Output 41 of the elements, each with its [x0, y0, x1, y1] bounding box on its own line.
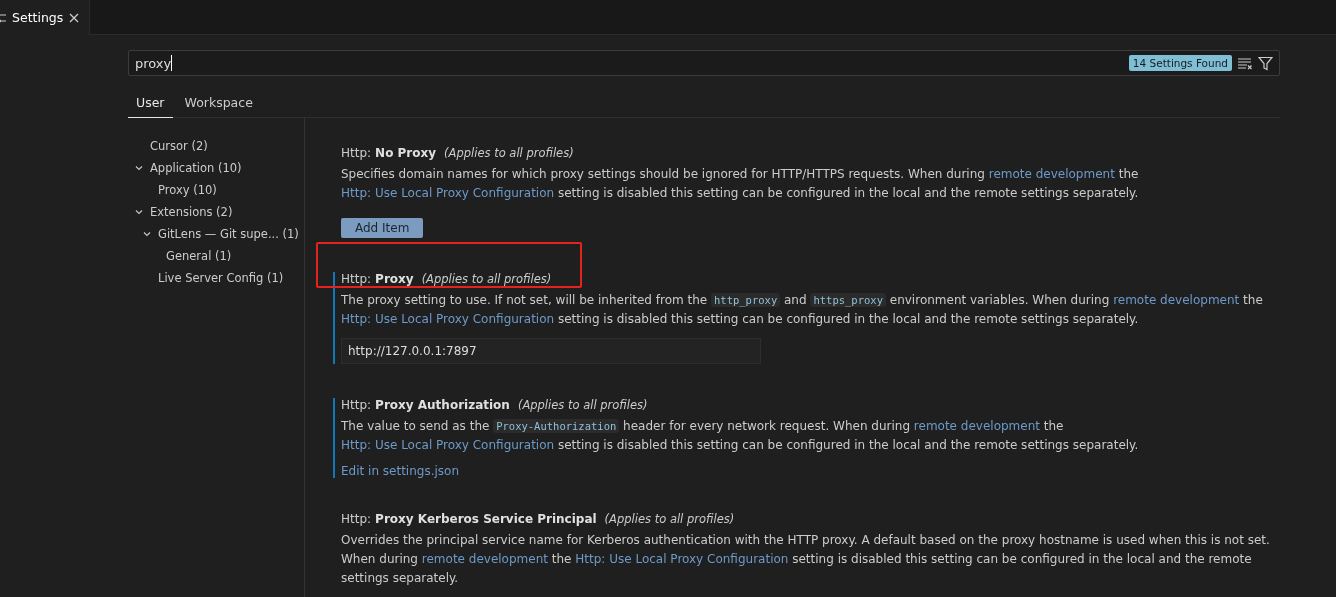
code-text: http_proxy	[711, 293, 781, 307]
setting-title: Http: Proxy (Applies to all profiles)	[341, 272, 553, 286]
settings-icon	[0, 11, 6, 24]
toc-item[interactable]: Live Server Config (1)	[158, 271, 284, 285]
setting-link[interactable]: Http: Use Local Proxy Configuration	[341, 438, 555, 452]
setting-title: Http: Proxy Authorization (Applies to all profiles)	[341, 398, 649, 412]
toc-item[interactable]: Application (10)	[150, 161, 242, 175]
setting-link[interactable]: Http: Use Local Proxy Configuration	[341, 186, 555, 200]
setting-title: Http: Proxy Kerberos Service Principal (Applies to all profiles)	[341, 512, 736, 526]
result-count: 14 Settings Found	[1128, 55, 1232, 71]
setting-link[interactable]: remote development	[988, 167, 1115, 181]
setting-link[interactable]: Http: Use Local Proxy Configuration	[575, 552, 789, 566]
setting-link[interactable]: Http: Use Local Proxy Configuration	[341, 312, 555, 326]
setting-description: Specifies domain names for which proxy settings should be ignored for HTTP/HTTPS requests. When during remote development the Http: Use Local Proxy Configuration setting is disabled this setting can be configured in the local and the remote settings separately.	[341, 166, 1140, 202]
editor-tab[interactable]: Settings	[0, 0, 90, 35]
filter-icon[interactable]	[1258, 55, 1273, 71]
toc-item[interactable]: Cursor (2)	[150, 139, 208, 153]
proxy-input[interactable]: http://127.0.0.1:7897	[341, 338, 761, 364]
toc-item[interactable]: Proxy (10)	[158, 183, 217, 197]
setting-link[interactable]: remote development	[1113, 293, 1240, 307]
toc-item[interactable]: General (1)	[166, 249, 232, 263]
setting-link[interactable]: remote development	[913, 419, 1040, 433]
edit-link[interactable]: Edit in settings.json	[341, 464, 459, 478]
toc-item[interactable]: GitLens — Git supe... (1)	[158, 227, 299, 241]
scope-tab[interactable]: Workspace	[176, 89, 261, 118]
clear-filter-icon[interactable]	[1237, 56, 1253, 70]
setting-title: Http: No Proxy (Applies to all profiles)	[341, 146, 575, 160]
setting-description: The proxy setting to use. If not set, will be inherited from the http_proxy and https_proxy environment variables. When during remote development the Http: Use Local Proxy Configuration setting is disabled this setting can be configured in the local and the remote settings separately.	[341, 292, 1264, 328]
search-field[interactable]: proxy 14 Settings Found	[128, 50, 1280, 76]
code-text: https_proxy	[810, 293, 886, 307]
code-text: Proxy-Authorization	[493, 419, 620, 433]
chevron-icon[interactable]	[134, 163, 144, 173]
add-item-button[interactable]: Add Item	[341, 218, 424, 238]
setting-description: The value to send as the Proxy-Authorization header for every network request. When during remote development the Http: Use Local Proxy Configuration setting is disabled this setting can be configured in the local and the remote settings separately.	[341, 418, 1140, 454]
close-icon[interactable]	[69, 12, 80, 23]
setting-link[interactable]: remote development	[421, 552, 548, 566]
chevron-icon[interactable]	[134, 207, 144, 217]
scope-tab[interactable]: User	[128, 89, 173, 118]
setting-description: Overrides the principal service name for Kerberos authentication with the HTTP proxy. A default based on the proxy hostname is used when this is not set. When during remote development the Http: Use Local Proxy Configuration setting is disabled this setting can be configured in the local and the remote settings separately.	[341, 532, 1271, 587]
toc-item[interactable]: Extensions (2)	[150, 205, 233, 219]
chevron-icon[interactable]	[142, 229, 152, 239]
